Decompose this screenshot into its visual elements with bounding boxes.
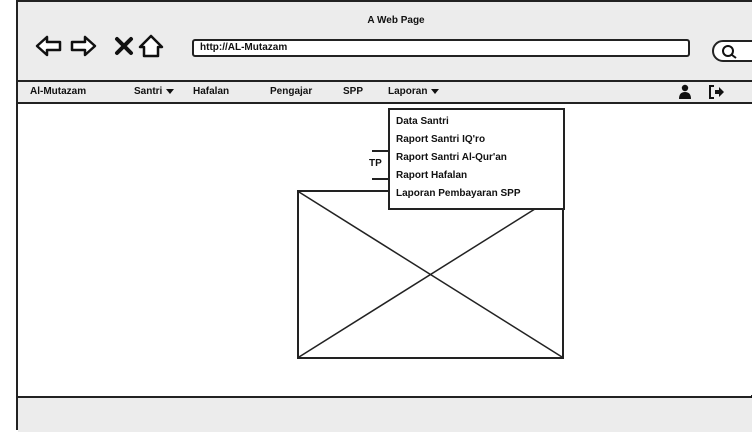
menu-item-label: Laporan — [388, 86, 428, 97]
status-bar: ⤡ — [18, 392, 752, 432]
dropdown-item-raport-alquran[interactable]: Raport Santri Al-Qur'an — [390, 149, 563, 167]
menu-item-santri[interactable]: Santri — [134, 86, 175, 97]
sign-out-icon[interactable] — [708, 84, 726, 103]
menu-item-label: Hafalan — [193, 86, 230, 97]
browser-titlebar: A Web Page http://AL-Mutazam — [18, 2, 752, 82]
dropdown-item-laporan-spp[interactable]: Laporan Pembayaran SPP — [390, 185, 563, 203]
caret-down-icon — [431, 88, 440, 94]
browser-window: A Web Page http://AL-Mutazam Al-Mutazam … — [16, 0, 752, 432]
search-icon — [722, 45, 737, 59]
menu-item-label: Santri — [134, 86, 163, 97]
back-arrow-icon[interactable] — [34, 31, 64, 61]
window-title: A Web Page — [367, 15, 425, 26]
user-icon[interactable] — [678, 84, 692, 103]
menu-item-spp[interactable]: SPP — [343, 86, 363, 97]
menu-item-laporan[interactable]: Laporan — [388, 86, 440, 97]
brand-link[interactable]: Al-Mutazam — [30, 86, 86, 97]
url-input[interactable]: http://AL-Mutazam — [192, 39, 690, 57]
home-icon[interactable] — [136, 31, 166, 61]
menu-item-hafalan[interactable]: Hafalan — [193, 86, 229, 97]
image-placeholder — [297, 190, 564, 359]
menu-item-label: Pengajar — [270, 86, 313, 97]
dropdown-item-raport-iqro[interactable]: Raport Santri IQ'ro — [390, 131, 563, 149]
menu-item-label: SPP — [343, 86, 364, 97]
navigation-menu-bar: Al-Mutazam Santri Hafalan Pengajar SPP L… — [18, 82, 752, 104]
page-content: TP — [18, 104, 752, 396]
partial-heading: TP — [369, 158, 382, 169]
search-field[interactable] — [712, 40, 752, 62]
dropdown-item-data-santri[interactable]: Data Santri — [390, 113, 563, 131]
caret-down-icon — [166, 88, 175, 94]
dropdown-item-raport-hafalan[interactable]: Raport Hafalan — [390, 167, 563, 185]
laporan-dropdown-menu: Data Santri Raport Santri IQ'ro Raport S… — [388, 108, 565, 210]
menu-item-pengajar[interactable]: Pengajar — [270, 86, 312, 97]
forward-arrow-icon[interactable] — [68, 31, 98, 61]
